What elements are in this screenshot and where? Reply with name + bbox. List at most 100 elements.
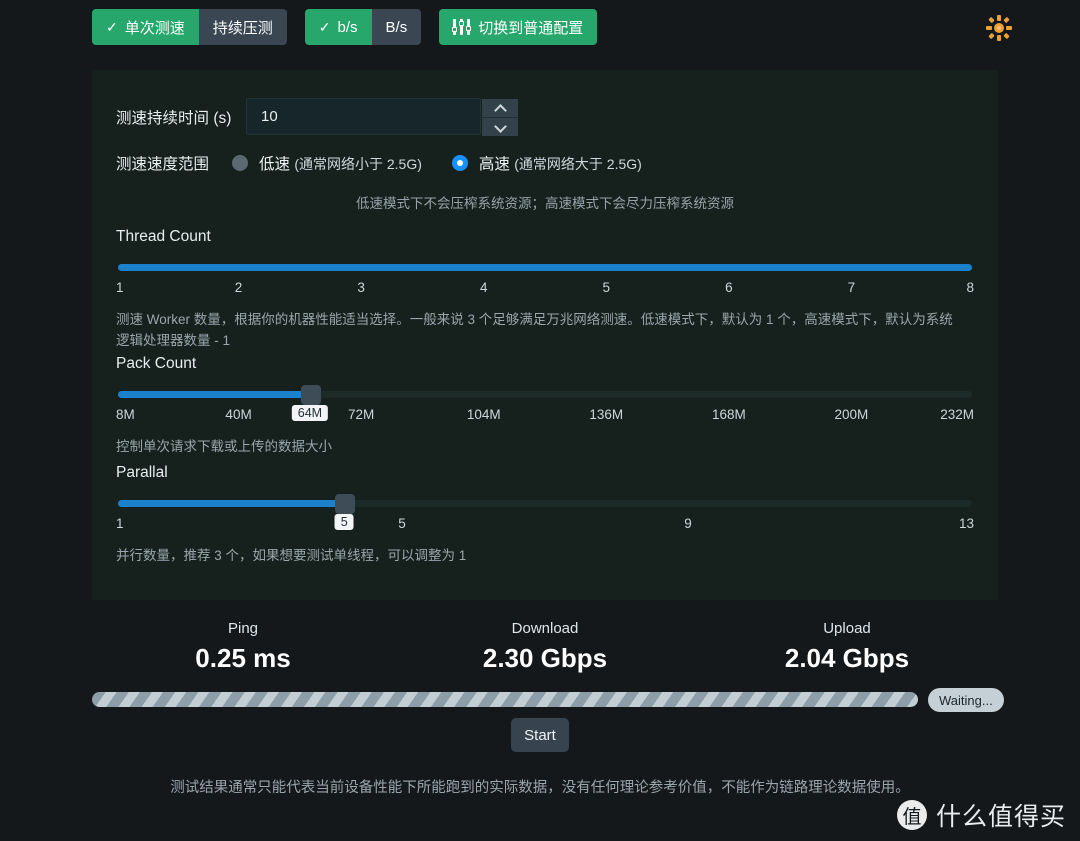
thread-count-block: Thread Count 8 7 6 5 4 3 2 1 测速 Worker 数量，根据你的机… bbox=[116, 228, 974, 352]
mode-button-group: ✓ 单次测速 持续压测 bbox=[92, 9, 287, 45]
pack-count-handle[interactable] bbox=[301, 385, 321, 405]
switch-config-label: 切换到普通配置 bbox=[478, 19, 584, 37]
metrics-row: Ping 0.25 ms Download 2.30 Gbps Upload 2… bbox=[92, 620, 998, 674]
speed-range-high-note: (通常网络大于 2.5G) bbox=[514, 156, 642, 172]
speed-range-row: 测速速度范围 低速 (通常网络小于 2.5G) 高速 (通常网络大于 2.5G) bbox=[116, 152, 642, 174]
slider-tick: 5 bbox=[398, 516, 406, 531]
stepper-down-button[interactable] bbox=[482, 118, 518, 136]
start-button[interactable]: Start bbox=[511, 718, 569, 752]
slider-tick: 1 bbox=[116, 280, 124, 295]
pack-count-tooltip: 64M bbox=[291, 405, 329, 421]
parallel-handle[interactable] bbox=[335, 494, 356, 514]
pack-count-slider[interactable] bbox=[118, 385, 972, 405]
slider-tick: 6 bbox=[725, 280, 733, 295]
thread-count-fill bbox=[118, 264, 972, 271]
check-icon: ✓ bbox=[318, 19, 331, 35]
slider-tick: 104M bbox=[466, 407, 501, 422]
app-root: ✓ 单次测速 持续压测 ✓ b/s B/s 切换到普通配置 测速持续时间 (s)… bbox=[0, 0, 1080, 841]
switch-config-button[interactable]: 切换到普通配置 bbox=[439, 9, 598, 45]
slider-tick: 1 bbox=[116, 516, 124, 531]
thread-count-ticks: 8 7 6 5 4 3 2 1 bbox=[116, 280, 974, 300]
speed-range-option-high[interactable]: 高速 (通常网络大于 2.5G) bbox=[451, 152, 642, 174]
slider-tick: 72M bbox=[348, 407, 375, 422]
speed-range-label: 测速速度范围 bbox=[116, 156, 210, 173]
speed-range-option-low[interactable]: 低速 (通常网络小于 2.5G) bbox=[232, 152, 422, 174]
watermark-badge: 值 bbox=[896, 800, 927, 830]
duration-unit: (s) bbox=[213, 109, 232, 127]
results-section: Ping 0.25 ms Download 2.30 Gbps Upload 2… bbox=[92, 620, 1004, 712]
status-badge: Waiting... bbox=[928, 688, 1004, 712]
slider-tick: 168M bbox=[711, 407, 746, 422]
duration-input[interactable]: 10 bbox=[247, 108, 278, 125]
unit-bits-button[interactable]: ✓ b/s bbox=[304, 9, 372, 45]
unit-button-group: ✓ b/s B/s bbox=[304, 9, 422, 45]
duration-label: 测速持续时间 (s) bbox=[116, 106, 246, 128]
parallel-fill bbox=[118, 500, 346, 507]
chevron-down-icon bbox=[495, 124, 506, 131]
speed-range-high-text: 高速 (通常网络大于 2.5G) bbox=[479, 152, 642, 174]
slider-tick: 8M bbox=[116, 407, 135, 422]
slider-tick: 3 bbox=[357, 280, 365, 295]
settings-panel: 测速持续时间 (s) 10 测速速度范围 低速 (通常网络小于 2.5G) 高速… bbox=[92, 70, 998, 600]
speed-range-hint: 低速模式下不会压榨系统资源；高速模式下会尽力压榨系统资源 bbox=[356, 196, 734, 211]
sun-icon[interactable] bbox=[986, 15, 1012, 41]
pack-count-description: 控制单次请求下载或上传的数据大小 bbox=[116, 439, 332, 454]
metric-ping: Ping 0.25 ms bbox=[92, 620, 394, 674]
slider-tick: 2 bbox=[234, 280, 243, 295]
watermark-text: 什么值得买 bbox=[935, 803, 1066, 831]
metric-ping-label: Ping bbox=[227, 620, 259, 637]
metric-upload-value: 2.04 Gbps bbox=[784, 643, 910, 673]
mode-single-test-label: 单次测速 bbox=[124, 19, 185, 37]
parallel-ticks: 13 9 5 1 5 bbox=[116, 514, 974, 536]
check-icon: ✓ bbox=[106, 19, 118, 35]
metric-download-label: Download bbox=[511, 620, 579, 637]
speed-range-high-name: 高速 bbox=[478, 156, 510, 173]
metric-upload: Upload 2.04 Gbps bbox=[696, 620, 998, 674]
duration-label-text: 测速持续时间 bbox=[116, 109, 210, 127]
unit-bytes-button[interactable]: B/s bbox=[371, 9, 422, 45]
footer-disclaimer: 测试结果通常只能代表当前设备性能下所能跑到的实际数据，没有任何理论参考价值，不能… bbox=[170, 780, 910, 796]
duration-row: 测速持续时间 (s) 10 bbox=[116, 98, 518, 136]
progress-bar bbox=[92, 692, 918, 707]
slider-tick: 136M bbox=[589, 407, 624, 422]
slider-tick: 40M bbox=[225, 407, 252, 422]
slider-tick: 4 bbox=[479, 280, 488, 295]
thread-count-description: 测速 Worker 数量，根据你的机器性能适当选择。一般来说 3 个足够满足万兆… bbox=[116, 312, 953, 348]
pack-count-fill bbox=[118, 391, 311, 398]
sliders-icon bbox=[452, 19, 472, 35]
stepper-up-button[interactable] bbox=[482, 99, 518, 118]
slider-tick: 8 bbox=[966, 280, 974, 295]
parallel-slider[interactable] bbox=[118, 494, 972, 514]
speed-range-low-note: (通常网络小于 2.5G) bbox=[294, 156, 422, 172]
radio-icon-low[interactable] bbox=[232, 155, 248, 171]
progress-row: Waiting... bbox=[92, 688, 1004, 712]
parallel-title: Parallal bbox=[116, 464, 168, 481]
slider-tick: 7 bbox=[847, 280, 856, 295]
metric-upload-label: Upload bbox=[823, 620, 871, 637]
unit-bits-label: b/s bbox=[337, 18, 358, 36]
slider-tick: 13 bbox=[958, 516, 974, 531]
toolbar: ✓ 单次测速 持续压测 ✓ b/s B/s 切换到普通配置 bbox=[92, 9, 598, 45]
metric-ping-value: 0.25 ms bbox=[195, 643, 291, 673]
slider-tick: 5 bbox=[602, 280, 611, 295]
watermark: 值 什么值得买 bbox=[896, 797, 1066, 833]
parallel-description: 并行数量，推荐 3 个，如果想要测试单线程，可以调整为 1 bbox=[116, 548, 467, 563]
pack-count-ticks: 232M 200M 168M 136M 104M 72M 40M 8M 64M bbox=[116, 405, 974, 427]
thread-count-title: Thread Count bbox=[116, 228, 211, 245]
mode-single-test-button[interactable]: ✓ 单次测速 bbox=[92, 9, 199, 45]
unit-bytes-label: B/s bbox=[385, 18, 408, 36]
mode-stress-test-label: 持续压测 bbox=[212, 19, 273, 37]
thread-count-slider[interactable] bbox=[118, 264, 972, 272]
slider-tick: 232M bbox=[940, 407, 974, 422]
pack-count-block: Pack Count 232M 200M 168M 136M 104M 72M 40M 8M … bbox=[116, 355, 974, 458]
chevron-up-icon bbox=[495, 105, 506, 112]
start-button-wrapper: Start bbox=[0, 718, 1080, 752]
speed-range-low-name: 低速 bbox=[259, 156, 291, 173]
mode-stress-test-button[interactable]: 持续压测 bbox=[198, 9, 287, 45]
duration-input-wrapper[interactable]: 10 bbox=[246, 98, 518, 136]
slider-tick: 9 bbox=[684, 516, 692, 531]
radio-icon-high[interactable] bbox=[451, 155, 468, 171]
metric-download-value: 2.30 Gbps bbox=[482, 643, 608, 673]
duration-stepper bbox=[482, 99, 518, 136]
speed-range-low-text: 低速 (通常网络小于 2.5G) bbox=[259, 152, 422, 174]
